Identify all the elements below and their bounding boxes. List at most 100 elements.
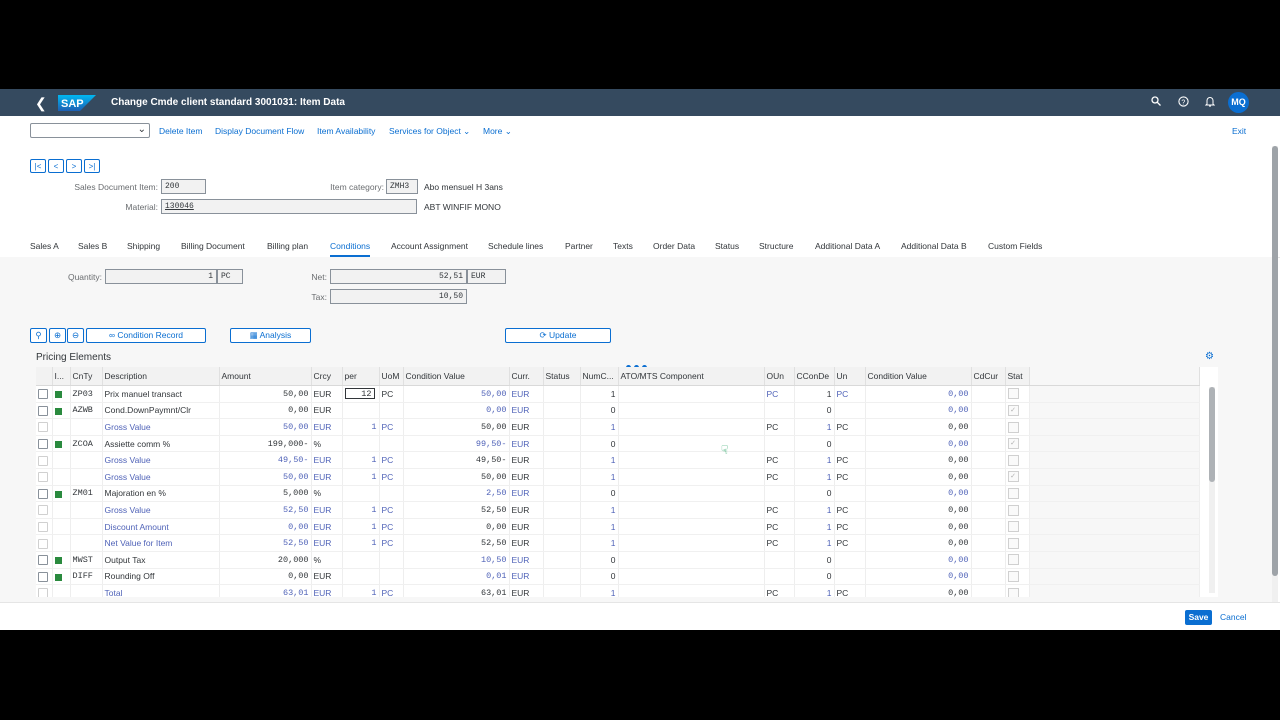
description-cell[interactable]: Gross Value [102, 418, 220, 436]
crcy-cell[interactable]: EUR [311, 402, 343, 420]
cnty-cell[interactable] [70, 534, 103, 552]
cdcur-cell[interactable] [971, 584, 1006, 597]
row-select-checkbox[interactable] [38, 438, 48, 449]
un-cell[interactable] [834, 402, 866, 420]
first-item-button[interactable]: |< [30, 159, 46, 173]
next-item-button[interactable]: > [66, 159, 82, 173]
net-currency-field[interactable]: EUR [467, 269, 506, 284]
oun-cell[interactable]: PC [764, 534, 795, 552]
description-cell[interactable]: Majoration en % [102, 485, 220, 503]
cdcur-cell[interactable] [971, 518, 1006, 536]
previous-item-button[interactable]: < [48, 159, 64, 173]
condition-value-2-cell[interactable]: 0,00 [865, 451, 972, 469]
row-select-checkbox[interactable] [38, 422, 48, 433]
amount-cell[interactable]: 50,00 [219, 418, 312, 436]
cnty-cell[interactable]: ZM01 [70, 485, 103, 503]
column-header-numc[interactable]: NumC... [580, 367, 619, 386]
column-header-ato-mts[interactable]: ATO/MTS Component [618, 367, 765, 386]
oun-cell[interactable] [764, 551, 795, 569]
row-selector[interactable] [36, 485, 53, 503]
un-cell[interactable]: PC [834, 385, 866, 403]
last-item-button[interactable]: >| [84, 159, 100, 173]
status-cell[interactable] [543, 485, 581, 503]
status-cell[interactable] [543, 501, 581, 519]
curr-cell[interactable]: EUR [509, 584, 544, 597]
material-field[interactable]: 130046 [161, 199, 417, 214]
item-category-field[interactable]: ZMH3 [386, 179, 418, 194]
crcy-cell[interactable]: % [311, 485, 343, 503]
amount-cell[interactable]: 52,50 [219, 501, 312, 519]
uom-cell[interactable]: PC [379, 385, 404, 403]
cnty-cell[interactable] [70, 518, 103, 536]
inactive-cell[interactable] [52, 402, 71, 420]
row-select-checkbox[interactable] [38, 521, 48, 532]
crcy-cell[interactable]: EUR [311, 568, 343, 586]
condition-value-2-cell[interactable]: 0,00 [865, 568, 972, 586]
crcy-cell[interactable]: EUR [311, 534, 343, 552]
crcy-cell[interactable]: EUR [311, 584, 343, 597]
crcy-cell[interactable]: % [311, 435, 343, 453]
curr-cell[interactable]: EUR [509, 418, 544, 436]
row-selector[interactable] [36, 468, 53, 486]
column-header-cnty[interactable]: CnTy [70, 367, 103, 386]
description-cell[interactable]: Prix manuel transact [102, 385, 220, 403]
row-selector[interactable] [36, 402, 53, 420]
column-header-un[interactable]: Un [834, 367, 866, 386]
more-menu[interactable]: More ⌄ [483, 126, 512, 137]
crcy-cell[interactable]: EUR [311, 468, 343, 486]
cdcur-cell[interactable] [971, 534, 1006, 552]
row-selector[interactable] [36, 451, 53, 469]
ccon-cell[interactable]: 1 [794, 501, 835, 519]
crcy-cell[interactable]: EUR [311, 501, 343, 519]
ccon-cell[interactable]: 0 [794, 551, 835, 569]
uom-cell[interactable]: PC [379, 501, 404, 519]
condition-value-cell[interactable]: 49,50- [403, 451, 510, 469]
ato-mts-cell[interactable] [618, 518, 765, 536]
column-header-oun[interactable]: OUn [764, 367, 795, 386]
tab-status[interactable]: Status [715, 241, 739, 251]
help-icon[interactable]: ? [1178, 96, 1189, 110]
crcy-cell[interactable]: EUR [311, 418, 343, 436]
stat-cell[interactable] [1005, 451, 1030, 469]
inactive-cell[interactable] [52, 418, 71, 436]
condition-value-2-cell[interactable]: 0,00 [865, 518, 972, 536]
per-cell[interactable]: 1 [342, 451, 380, 469]
tab-billing-document[interactable]: Billing Document [181, 241, 245, 251]
condition-value-cell[interactable]: 50,00 [403, 418, 510, 436]
numc-cell[interactable]: 0 [580, 402, 619, 420]
notifications-icon[interactable] [1204, 96, 1216, 110]
cdcur-cell[interactable] [971, 485, 1006, 503]
table-row[interactable]: Gross Value 50,00 EUR 1 PC 50,00 EUR 1 PC 1 PC 0,00 [36, 418, 1200, 436]
cdcur-cell[interactable] [971, 568, 1006, 586]
curr-cell[interactable]: EUR [509, 518, 544, 536]
select-all-header[interactable] [36, 367, 53, 386]
condition-value-cell[interactable]: 52,50 [403, 534, 510, 552]
tab-conditions[interactable]: Conditions [330, 241, 371, 257]
ato-mts-cell[interactable] [618, 451, 765, 469]
ato-mts-cell[interactable] [618, 501, 765, 519]
uom-cell[interactable] [379, 551, 404, 569]
cnty-cell[interactable]: MWST [70, 551, 103, 569]
row-selector[interactable] [36, 534, 53, 552]
delete-item-link[interactable]: Delete Item [159, 126, 202, 136]
description-cell[interactable]: Gross Value [102, 451, 220, 469]
ato-mts-cell[interactable] [618, 534, 765, 552]
un-cell[interactable]: PC [834, 584, 866, 597]
column-header-per[interactable]: per [342, 367, 380, 386]
per-cell[interactable] [342, 485, 380, 503]
uom-cell[interactable]: PC [379, 534, 404, 552]
table-row[interactable]: MWST Output Tax 20,000% 10,50 EUR 0 0 0,00 [36, 551, 1200, 569]
table-row[interactable]: Gross Value 49,50- EUR 1 PC 49,50- EUR 1 PC 1 PC 0,… [36, 451, 1200, 469]
curr-cell[interactable]: EUR [509, 435, 544, 453]
curr-cell[interactable]: EUR [509, 551, 544, 569]
tab-additional-data-b[interactable]: Additional Data B [901, 241, 967, 251]
curr-cell[interactable]: EUR [509, 451, 544, 469]
numc-cell[interactable]: 1 [580, 534, 619, 552]
inactive-cell[interactable] [52, 501, 71, 519]
column-header-curr[interactable]: Curr. [509, 367, 544, 386]
page-scrollbar-thumb[interactable] [1272, 146, 1278, 576]
amount-cell[interactable]: 0,00 [219, 402, 312, 420]
status-cell[interactable] [543, 451, 581, 469]
ato-mts-cell[interactable] [618, 435, 765, 453]
crcy-cell[interactable]: % [311, 551, 343, 569]
